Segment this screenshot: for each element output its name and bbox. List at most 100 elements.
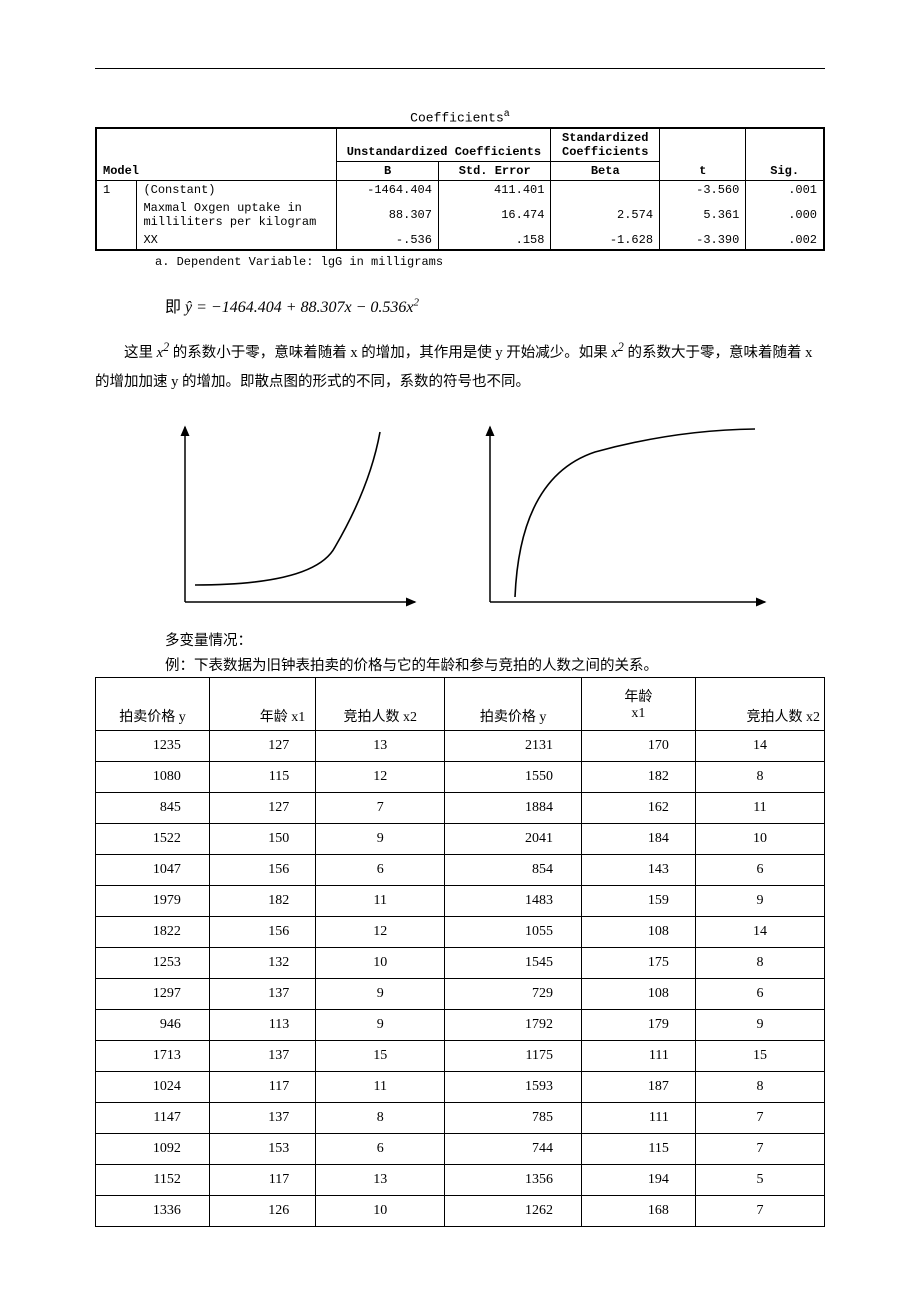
cell: 1092 [96, 1134, 210, 1165]
cell: 179 [581, 1010, 695, 1041]
cell: 1336 [96, 1196, 210, 1227]
cell: 1055 [445, 917, 582, 948]
cell: 113 [209, 1010, 315, 1041]
table-row: 182215612105510814 [96, 917, 825, 948]
cell: 16.474 [438, 199, 551, 231]
cell: 1884 [445, 793, 582, 824]
formula-body: ŷ = −1464.404 + 88.307x − 0.536x [185, 299, 414, 316]
cell: 1147 [96, 1103, 210, 1134]
cell: 117 [209, 1072, 315, 1103]
para-a: 这里 [124, 345, 157, 361]
para-b: 的系数小于零，意味着随着 x 的增加，其作用是使 y 开始减少。如果 [169, 345, 611, 361]
cell: 182 [209, 886, 315, 917]
cell: 11 [316, 1072, 445, 1103]
cell: 1235 [96, 731, 210, 762]
cell: 1080 [96, 762, 210, 793]
cell: 411.401 [438, 181, 551, 200]
cell: 12 [316, 762, 445, 793]
cell: 1297 [96, 979, 210, 1010]
multivariate-heading: 多变量情况： [165, 629, 825, 650]
col-std: Standardized Coefficients [551, 128, 660, 162]
example-line: 例：下表数据为旧钟表拍卖的价格与它的年龄和参与竞拍的人数之间的关系。 [165, 654, 825, 675]
col-se: Std. Error [438, 162, 551, 181]
col-unstd: Unstandardized Coefficients [337, 128, 551, 162]
cell: 115 [209, 762, 315, 793]
cell: 2041 [445, 824, 582, 855]
cell: 1253 [96, 948, 210, 979]
table-row: 104715668541436 [96, 855, 825, 886]
cell: 1792 [445, 1010, 582, 1041]
cell: 6 [316, 1134, 445, 1165]
cell: 2.574 [551, 199, 660, 231]
auction-data-table: 拍卖价格 y 年龄 x1 竞拍人数 x2 拍卖价格 y 年龄x1 竞拍人数 x2… [95, 677, 825, 1227]
cell: 7 [695, 1103, 824, 1134]
col-t: t [660, 128, 746, 181]
cell: 946 [96, 1010, 210, 1041]
model-no: 1 [96, 181, 137, 251]
col-header: 年龄 x1 [209, 678, 315, 731]
h-line1: 年龄 [624, 690, 652, 705]
row-label: (Constant) [137, 181, 337, 200]
cell: 8 [316, 1103, 445, 1134]
cell: 127 [209, 731, 315, 762]
sketch-charts [165, 417, 825, 617]
cell: 8 [695, 948, 824, 979]
table-row: 8451277188416211 [96, 793, 825, 824]
cell: .000 [746, 199, 824, 231]
cell: 1822 [96, 917, 210, 948]
cell: 143 [581, 855, 695, 886]
cell: 10 [695, 824, 824, 855]
cell: 12 [316, 917, 445, 948]
cell: 117 [209, 1165, 315, 1196]
cell: 7 [695, 1196, 824, 1227]
table-row: 946113917921799 [96, 1010, 825, 1041]
h-line2: x1 [631, 706, 645, 721]
cell: 137 [209, 1041, 315, 1072]
table-row: 10241171115931878 [96, 1072, 825, 1103]
document-page: Coefficientsa Model Unstandardized Coeff… [0, 0, 920, 1302]
cell: 156 [209, 855, 315, 886]
cell: 115 [581, 1134, 695, 1165]
cell [551, 181, 660, 200]
row-label: XX [137, 231, 337, 250]
cell: 1262 [445, 1196, 582, 1227]
cell: 1979 [96, 886, 210, 917]
cell: -3.390 [660, 231, 746, 250]
cell: 5.361 [660, 199, 746, 231]
cell: 854 [445, 855, 582, 886]
cell: 1024 [96, 1072, 210, 1103]
coef-table-title: Coefficientsa [95, 109, 825, 125]
cell: .158 [438, 231, 551, 250]
cell: -3.560 [660, 181, 746, 200]
cell: 153 [209, 1134, 315, 1165]
col-beta: Beta [551, 162, 660, 181]
cell: 1152 [96, 1165, 210, 1196]
table-row: 12531321015451758 [96, 948, 825, 979]
col-header: 拍卖价格 y [96, 678, 210, 731]
cell: -.536 [337, 231, 439, 250]
cell: 13 [316, 731, 445, 762]
cell: 1047 [96, 855, 210, 886]
cell: 168 [581, 1196, 695, 1227]
cell: 5 [695, 1165, 824, 1196]
concave-curve-icon [475, 417, 775, 617]
cell: 187 [581, 1072, 695, 1103]
cell: 182 [581, 762, 695, 793]
cell: 1522 [96, 824, 210, 855]
cell: 108 [581, 917, 695, 948]
cell: 6 [695, 979, 824, 1010]
cell: 9 [316, 824, 445, 855]
cell: 6 [316, 855, 445, 886]
table-row: 109215367441157 [96, 1134, 825, 1165]
cell: 729 [445, 979, 582, 1010]
horizontal-rule [95, 68, 825, 69]
cell: -1.628 [551, 231, 660, 250]
row-label: Maxmal Oxgen uptake in milliliters per k… [137, 199, 337, 231]
cell: 9 [316, 979, 445, 1010]
table-row: 114713787851117 [96, 1103, 825, 1134]
cell: 1550 [445, 762, 582, 793]
cell: 175 [581, 948, 695, 979]
convex-up-curve-icon [165, 417, 435, 617]
cell: 10 [316, 948, 445, 979]
cell: 14 [695, 731, 824, 762]
